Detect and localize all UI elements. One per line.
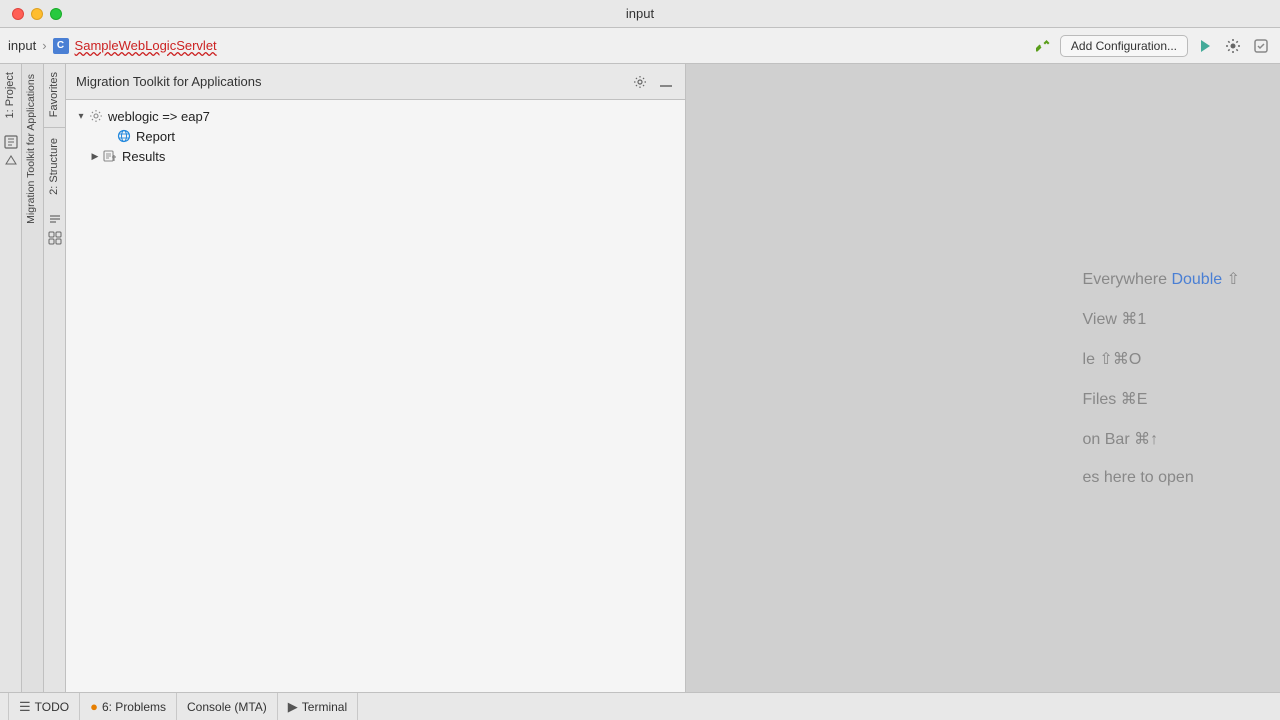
tree-root-label: weblogic => eap7 (108, 109, 210, 124)
shortcut-key-5: ⌘↑ (1134, 431, 1158, 448)
main-content: 1: Project Migration Toolkit for Applica… (0, 64, 1280, 692)
shortcut-key-4: ⌘E (1121, 391, 1148, 408)
status-todo[interactable]: ☰ TODO (8, 693, 80, 720)
terminal-label: Terminal (302, 700, 347, 714)
panel-header: Migration Toolkit for Applications (66, 64, 685, 100)
nav-class-name[interactable]: SampleWebLogicServlet (75, 38, 217, 53)
project-icon-1[interactable] (3, 134, 19, 150)
structure-icon[interactable] (47, 211, 63, 227)
favorites-tab[interactable]: Favorites (44, 64, 65, 125)
project-tab-label: Project (4, 72, 16, 106)
problems-icon: ● (90, 699, 98, 714)
shortcut-key-2: ⌘1 (1121, 311, 1146, 328)
favorites-tab-label: Favorites (48, 72, 60, 117)
shortcut-prefix-3: le (1083, 351, 1100, 368)
structure-tab[interactable]: 2: Structure (44, 130, 65, 203)
tab-divider (44, 127, 65, 128)
window-title: input (626, 6, 654, 21)
status-problems[interactable]: ● 6: Problems (80, 693, 177, 720)
settings-button[interactable] (1222, 35, 1244, 57)
traffic-lights (12, 8, 62, 20)
minimize-button[interactable] (31, 8, 43, 20)
shortcut-key-3: ⇧⌘O (1099, 351, 1141, 368)
tree-results-label: Results (122, 149, 165, 164)
shortcut-line-6: es here to open (1083, 469, 1194, 487)
structure-tab-col: Favorites 2: Structure (44, 64, 66, 692)
tree-root-item[interactable]: ▾ weblogic => eap7 (66, 106, 685, 126)
nav-project-label[interactable]: input (8, 38, 36, 53)
tree-root-icon (88, 108, 104, 124)
panel-minimize-button[interactable] (657, 75, 675, 89)
shortcut-prefix-5: on Bar (1083, 431, 1135, 448)
nav-bar: input › C SampleWebLogicServlet Add Conf… (0, 28, 1280, 64)
tree-report-icon (116, 128, 132, 144)
shortcut-link-1[interactable]: Double (1171, 271, 1222, 288)
run-config-icon[interactable] (1030, 34, 1054, 58)
shortcut-line-5: on Bar ⌘↑ (1083, 429, 1159, 449)
console-label: Console (MTA) (187, 700, 267, 714)
nav-separator: › (42, 38, 46, 53)
project-icon-2[interactable] (3, 153, 19, 169)
project-tab[interactable]: 1: Project (0, 64, 21, 126)
todo-icon: ☰ (19, 699, 31, 715)
shortcut-line-2: View ⌘1 (1083, 309, 1147, 329)
panel-title: Migration Toolkit for Applications (76, 74, 623, 89)
structure-icons (47, 207, 63, 250)
shortcut-line-3: le ⇧⌘O (1083, 349, 1142, 369)
coverage-button[interactable] (1250, 35, 1272, 57)
tree-results-item[interactable]: ▶ Results (66, 146, 685, 166)
add-configuration-button[interactable]: Add Configuration... (1060, 35, 1188, 57)
shortcut-line-4: Files ⌘E (1083, 389, 1148, 409)
structure-label: Structure (48, 138, 60, 183)
terminal-icon: ▶ (288, 699, 298, 715)
tree-results-arrow[interactable]: ▶ (88, 149, 102, 163)
status-terminal[interactable]: ▶ Terminal (278, 693, 358, 720)
shortcut-prefix-2: View (1083, 311, 1122, 328)
project-tab-col: 1: Project (0, 64, 22, 692)
status-console[interactable]: Console (MTA) (177, 693, 278, 720)
maximize-button[interactable] (50, 8, 62, 20)
shortcut-hints: Everywhere Double ⇧ View ⌘1 le ⇧⌘O Files… (1083, 269, 1240, 487)
tree-report-label: Report (136, 129, 175, 144)
project-tab-icons (3, 130, 19, 173)
shortcut-prefix-4: Files (1083, 391, 1121, 408)
project-tab-number: 1: (4, 106, 16, 118)
shortcut-suffix-1: ⇧ (1222, 271, 1240, 288)
panel-settings-button[interactable] (631, 73, 649, 91)
close-button[interactable] (12, 8, 24, 20)
tree-area: ▾ weblogic => eap7 (66, 100, 685, 692)
todo-label: TODO (35, 700, 69, 714)
problems-label: 6: Problems (102, 700, 166, 714)
panel-area: Migration Toolkit for Applications ▾ (66, 64, 686, 692)
structure-icon-2[interactable] (47, 230, 63, 246)
tree-root-arrow[interactable]: ▾ (74, 109, 88, 123)
shortcut-prefix-6: es here to open (1083, 469, 1194, 486)
title-bar: input (0, 0, 1280, 28)
structure-number: 2: (48, 183, 60, 195)
class-icon: C (53, 38, 69, 54)
shortcut-line-1: Everywhere Double ⇧ (1083, 269, 1240, 289)
left-tabs: 1: Project Migration Toolkit for Applica… (0, 64, 66, 692)
tree-report-item[interactable]: Report (66, 126, 685, 146)
shortcut-prefix-1: Everywhere (1083, 271, 1172, 288)
mta-tab-col: Migration Toolkit for Applications (22, 64, 44, 692)
status-bar: ☰ TODO ● 6: Problems Console (MTA) ▶ Ter… (0, 692, 1280, 720)
mta-tab[interactable]: Migration Toolkit for Applications (22, 64, 43, 234)
run-button[interactable] (1194, 35, 1216, 57)
right-content: Everywhere Double ⇧ View ⌘1 le ⇧⌘O Files… (686, 64, 1280, 692)
tree-results-icon (102, 148, 118, 164)
